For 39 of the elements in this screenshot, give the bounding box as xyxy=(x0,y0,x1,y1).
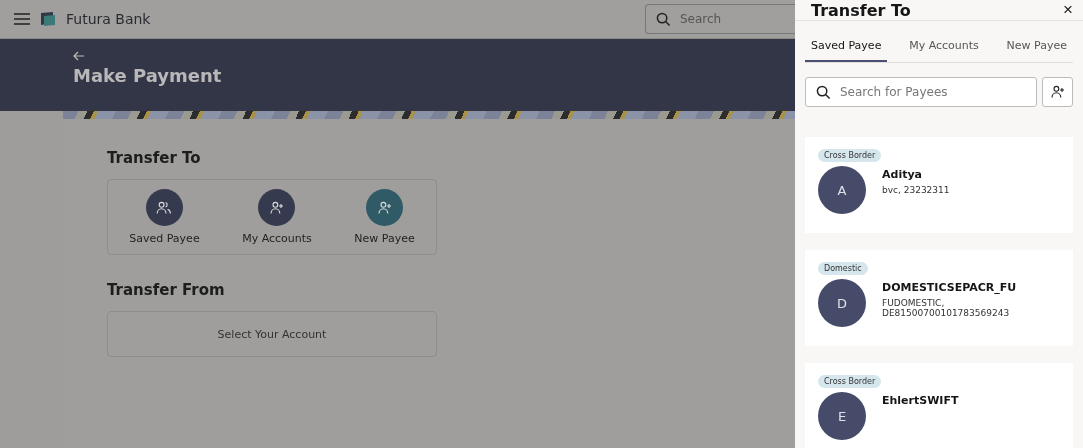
payee-type-tag: Domestic xyxy=(818,262,868,275)
payee-search-field[interactable]: Search for Payees xyxy=(805,77,1037,107)
page-title: Make Payment xyxy=(73,65,223,86)
section-heading: Transfer To xyxy=(107,149,202,167)
brand-name: Futura Bank xyxy=(66,11,151,27)
payee-card[interactable]: Cross Border A Aditya bvc, 23232311 xyxy=(805,137,1073,233)
avatar: E xyxy=(818,392,866,440)
avatar: D xyxy=(818,279,866,327)
avatar: A xyxy=(818,166,866,214)
payee-detail: FUDOMESTIC, DE81500700101783569243 xyxy=(882,298,1011,318)
transfer-option[interactable]: New Payee xyxy=(354,189,415,245)
bank-logo-icon xyxy=(40,11,56,27)
payee-card[interactable]: Cross Border E EhlertSWIFT xyxy=(805,363,1073,448)
payee-card[interactable]: Domestic D DOMESTICSEPACR_FU FUDOMESTIC, DE81500700101783569243 xyxy=(805,250,1073,346)
people-icon xyxy=(156,199,173,216)
tab[interactable]: New Payee xyxy=(1000,33,1073,62)
payee-name: DOMESTICSEPACR_FU xyxy=(882,281,1018,294)
close-button[interactable]: × xyxy=(1063,0,1073,20)
add-payee-button[interactable] xyxy=(1042,77,1073,107)
menu-icon[interactable] xyxy=(14,13,30,25)
section-heading: Transfer From xyxy=(107,281,226,299)
add-person-icon xyxy=(269,199,285,216)
tab[interactable]: Saved Payee xyxy=(805,33,888,62)
tab[interactable]: My Accounts xyxy=(903,33,985,62)
back-arrow-icon[interactable] xyxy=(73,51,85,61)
payee-type-tag: Cross Border xyxy=(818,375,882,388)
payee-detail: bvc, 23232311 xyxy=(882,185,950,195)
account-selector[interactable]: Select Your Account xyxy=(107,311,437,357)
payee-name: Aditya xyxy=(882,168,923,181)
add-person-icon xyxy=(1049,84,1066,100)
transfer-option[interactable]: My Accounts xyxy=(242,189,312,245)
search-icon xyxy=(656,12,671,27)
payee-type-tag: Cross Border xyxy=(818,149,882,162)
drawer-title: Transfer To xyxy=(811,0,911,20)
transfer-option[interactable]: Saved Payee xyxy=(129,189,200,245)
add-person-icon xyxy=(376,199,393,216)
search-icon xyxy=(816,85,831,100)
search-field[interactable]: Search xyxy=(645,4,795,34)
payee-name: EhlertSWIFT xyxy=(882,394,959,407)
